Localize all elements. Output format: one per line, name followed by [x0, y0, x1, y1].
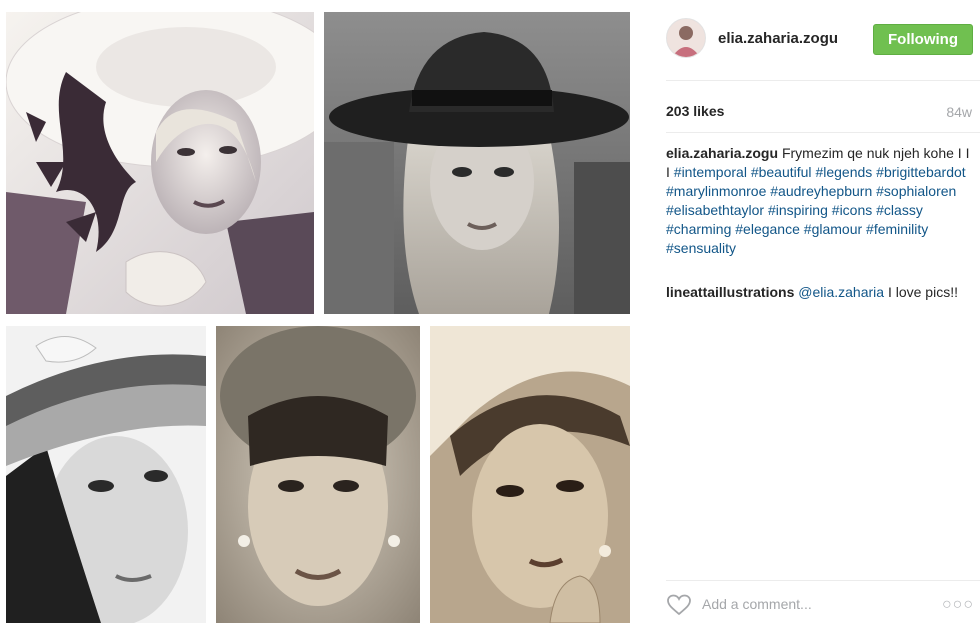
hashtag-link[interactable]: #elegance: [735, 221, 800, 237]
hashtag-link[interactable]: #brigittebardot: [876, 164, 966, 180]
comment-text: I love pics!!: [887, 284, 958, 300]
hashtag-link[interactable]: #legends: [815, 164, 872, 180]
hashtag-link[interactable]: #beautiful: [751, 164, 812, 180]
heart-outline-icon[interactable]: [666, 594, 692, 616]
add-comment-input[interactable]: [702, 593, 932, 615]
likes-count[interactable]: 203 likes: [666, 103, 724, 119]
hashtag-link[interactable]: #charming: [666, 221, 731, 237]
hashtag-link[interactable]: #marylinmonroe: [666, 183, 766, 199]
post-sidebar: elia.zaharia.zogu Following 203 likes 84…: [650, 0, 980, 623]
hashtag-link[interactable]: #sensuality: [666, 240, 736, 256]
caption-username[interactable]: elia.zaharia.zogu: [666, 145, 778, 161]
photo-woman-black-hat: [324, 12, 630, 314]
post-author-username[interactable]: elia.zaharia.zogu: [718, 30, 838, 47]
likes-row: 203 likes 84w: [666, 103, 980, 125]
comment-bar: ○○○: [666, 591, 980, 621]
comment-divider: [666, 580, 980, 581]
photo-woman-white-hat: [6, 12, 314, 314]
hashtag-link[interactable]: #audreyhepburn: [770, 183, 872, 199]
post-photo-collage[interactable]: [0, 0, 638, 623]
comment-mention[interactable]: @elia.zaharia: [798, 284, 884, 300]
caption-hashtags: #intemporal #beautiful #legends #brigitt…: [666, 164, 966, 256]
post-caption: elia.zaharia.zogu Frymezim qe nuk njeh k…: [666, 144, 974, 258]
hashtag-link[interactable]: #classy: [876, 202, 923, 218]
hashtag-link[interactable]: #glamour: [804, 221, 862, 237]
hashtag-link[interactable]: #sophialoren: [876, 183, 956, 199]
photo-woman-bangs: [216, 326, 420, 623]
hashtag-link[interactable]: #inspiring: [768, 202, 828, 218]
hashtag-link[interactable]: #feminility: [866, 221, 928, 237]
hashtag-link[interactable]: #intemporal: [674, 164, 747, 180]
avatar[interactable]: [666, 18, 706, 58]
post-timestamp[interactable]: 84w: [946, 104, 972, 120]
comment-item: lineattaillustrations @elia.zaharia I lo…: [666, 283, 974, 302]
photo-woman-sepia-hat: [430, 326, 630, 623]
header-divider: [666, 80, 980, 81]
comment-username[interactable]: lineattaillustrations: [666, 284, 794, 300]
more-options-icon[interactable]: ○○○: [942, 596, 974, 614]
instagram-post-page: elia.zaharia.zogu Following 203 likes 84…: [0, 0, 980, 623]
following-button[interactable]: Following: [873, 24, 973, 55]
likes-divider: [666, 132, 980, 133]
post-header: elia.zaharia.zogu Following: [650, 14, 980, 64]
photo-woman-straw-hat: [6, 326, 206, 623]
hashtag-link[interactable]: #elisabethtaylor: [666, 202, 764, 218]
hashtag-link[interactable]: #icons: [832, 202, 872, 218]
